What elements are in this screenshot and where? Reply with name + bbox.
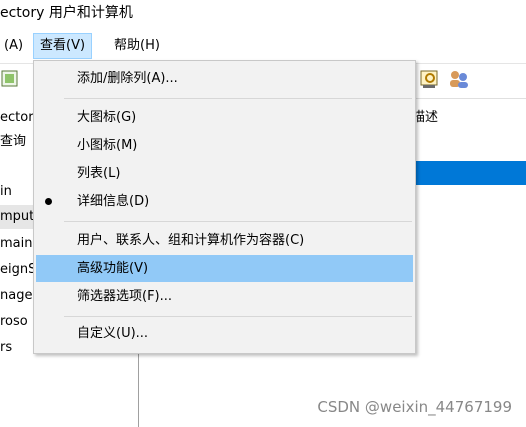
tree-item-saved-queries[interactable]: 查询 (0, 130, 26, 154)
menu-help[interactable]: 帮助(H) (108, 34, 166, 58)
menu-separator (64, 98, 412, 99)
menu-item-label: 小图标(M) (77, 138, 138, 153)
menu-item-label: 添加/删除列(A)... (77, 71, 178, 86)
tree-item-managed[interactable]: nage (0, 284, 32, 308)
tree-item-computers[interactable]: mpute (0, 205, 42, 229)
view-menu-dropdown: 添加/删除列(A)... 大图标(G) 小图标(M) 列表(L) 详细信息(D)… (33, 60, 416, 354)
filter-icon[interactable] (419, 68, 441, 90)
selected-list-row[interactable] (412, 161, 526, 185)
window-title: ectory 用户和计算机 (0, 5, 133, 21)
tree-item-foreign-security[interactable]: eignS (0, 258, 36, 282)
menu-item-label: 大图标(G) (77, 110, 137, 125)
tree-item-builtin[interactable]: in (0, 180, 12, 204)
menu-item-details[interactable]: 详细信息(D) (36, 188, 413, 215)
menu-action[interactable]: (A) (0, 34, 29, 58)
menu-separator (64, 316, 412, 317)
menu-item-label: 列表(L) (77, 166, 121, 181)
menu-item-label: 自定义(U)... (77, 326, 149, 341)
tree-item-domain[interactable]: main (0, 232, 32, 256)
menu-item-advanced-features[interactable]: 高级功能(V) (36, 255, 413, 282)
menu-item-large-icons[interactable]: 大图标(G) (36, 104, 413, 131)
menu-separator (64, 221, 412, 222)
pane-splitter[interactable] (138, 350, 139, 427)
menu-item-label: 详细信息(D) (77, 194, 150, 209)
menu-item-filter-options[interactable]: 筛选器选项(F)... (36, 283, 413, 310)
menu-item-customize[interactable]: 自定义(U)... (36, 320, 413, 347)
refresh-icon[interactable] (0, 68, 22, 90)
menu-item-list[interactable]: 列表(L) (36, 160, 413, 187)
menu-item-label: 用户、联系人、组和计算机作为容器(C) (77, 233, 305, 248)
menu-item-users-as-containers[interactable]: 用户、联系人、组和计算机作为容器(C) (36, 227, 413, 254)
menu-item-label: 高级功能(V) (77, 261, 149, 276)
menu-item-label: 筛选器选项(F)... (77, 289, 173, 304)
radio-bullet-icon (45, 198, 52, 205)
menu-view[interactable]: 查看(V) (33, 33, 93, 59)
watermark: CSDN @weixin_44767199 (317, 398, 512, 416)
users-icon[interactable] (448, 68, 470, 90)
menu-bar: (A) 查看(V) 帮助(H) (0, 33, 526, 60)
menu-item-small-icons[interactable]: 小图标(M) (36, 132, 413, 159)
tree-item-users[interactable]: rs (0, 336, 12, 360)
tree-item-microsoft[interactable]: roso (0, 310, 28, 334)
menu-item-add-remove-columns[interactable]: 添加/删除列(A)... (36, 65, 413, 92)
